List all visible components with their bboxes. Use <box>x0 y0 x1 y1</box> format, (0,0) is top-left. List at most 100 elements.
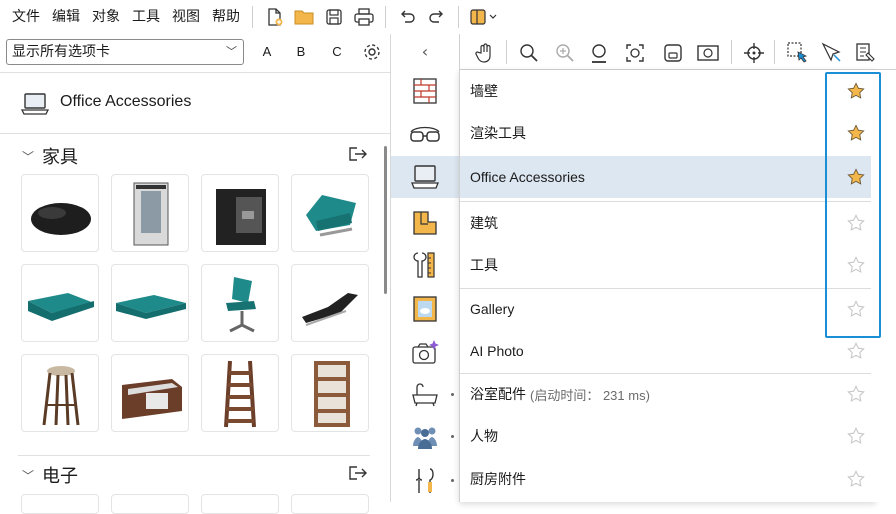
pan-hand-icon[interactable] <box>474 42 496 68</box>
electronics-thumbnail[interactable] <box>291 494 369 514</box>
library-item-people[interactable]: 人物 <box>460 415 871 457</box>
lounge-chair-thumbnail[interactable] <box>291 264 369 342</box>
zoom-fit-icon[interactable] <box>624 42 646 68</box>
library-item-ai-photo[interactable]: AI Photo <box>460 330 871 372</box>
export-icon[interactable] <box>346 144 368 168</box>
menu-file[interactable]: 文件 <box>6 0 46 34</box>
beanbag-thumbnail[interactable] <box>21 174 99 252</box>
tools-icon[interactable] <box>391 244 459 286</box>
library-item-walls[interactable]: 墙壁 <box>460 70 871 112</box>
menu-view[interactable]: 视图 <box>166 0 206 34</box>
toolbar-separator <box>458 6 459 28</box>
library-item-gallery[interactable]: Gallery <box>460 288 871 330</box>
section-divider <box>18 455 370 456</box>
ai-photo-camera-icon[interactable] <box>391 332 459 374</box>
category-select[interactable]: 显示所有选项卡 ﹀ <box>6 39 244 65</box>
layout-dropdown-icon[interactable] <box>465 0 505 34</box>
library-item-office-accessories[interactable]: Office Accessories <box>460 156 871 198</box>
library-item-label: 厨房附件 <box>470 471 526 487</box>
kitchen-utensils-icon[interactable] <box>391 460 459 502</box>
library-header: Office Accessories <box>0 72 390 134</box>
save-icon[interactable] <box>319 0 349 34</box>
undo-icon[interactable] <box>392 0 422 34</box>
category-select-value: 显示所有选项卡 <box>12 44 110 60</box>
library-item-bathroom[interactable]: 浴室配件 (启动时间： 231 ms) <box>460 373 871 415</box>
wall-library-icon[interactable] <box>391 70 459 112</box>
load-time-note: (启动时间： 231 ms) <box>530 387 650 403</box>
filter-c-button[interactable]: C <box>326 39 348 65</box>
new-file-icon[interactable] <box>259 0 289 34</box>
redo-icon[interactable] <box>422 0 452 34</box>
electronics-thumbnail[interactable] <box>201 494 279 514</box>
library-item-label: AI Photo <box>470 343 524 359</box>
library-item-label: 建筑 <box>470 215 498 231</box>
gallery-picture-icon[interactable] <box>391 288 459 330</box>
library-item-label: 浴室配件 <box>470 386 526 402</box>
menu-bar: 文件 编辑 对象 工具 视图 帮助 <box>0 0 896 34</box>
phone-booth-black-thumbnail[interactable] <box>201 174 279 252</box>
menu-tools[interactable]: 工具 <box>126 0 166 34</box>
library-item-architecture[interactable]: 建筑 <box>460 202 871 244</box>
library-item-tools[interactable]: 工具 <box>460 244 871 286</box>
open-folder-icon[interactable] <box>289 0 319 34</box>
zoom-icon[interactable] <box>518 42 540 68</box>
bookshelf-thumbnail[interactable] <box>291 354 369 432</box>
star-empty-icon[interactable] <box>846 415 866 457</box>
laptop-icon <box>20 91 50 121</box>
canvas-toolbar <box>459 34 896 70</box>
library-scrollbar[interactable] <box>384 146 387 294</box>
library-item-label: 人物 <box>470 428 498 444</box>
edit-document-icon[interactable] <box>854 41 878 69</box>
gear-icon[interactable] <box>361 41 383 67</box>
building-plan-icon[interactable] <box>391 202 459 244</box>
bar-stool-thumbnail[interactable] <box>21 354 99 432</box>
laptop-icon[interactable] <box>391 156 459 198</box>
zoom-window-icon[interactable] <box>696 42 720 68</box>
library-title: Office Accessories <box>60 93 192 110</box>
library-item-label: 墙壁 <box>470 83 498 99</box>
section-electronics[interactable]: ﹀ 电子 <box>22 462 78 488</box>
select-arrow-icon[interactable] <box>820 41 844 69</box>
library-item-label: Office Accessories <box>470 169 585 185</box>
filter-a-button[interactable]: A <box>256 39 278 65</box>
library-item-kitchen[interactable]: 厨房附件 <box>460 458 871 500</box>
section-title: 电子 <box>42 466 79 487</box>
snap-target-icon[interactable] <box>742 41 766 69</box>
electronics-thumbnail[interactable] <box>21 494 99 514</box>
people-icon[interactable] <box>391 416 459 458</box>
render-glasses-icon[interactable] <box>391 112 459 154</box>
library-dropdown: 墙壁 渲染工具 Office Accessories 建筑 工具 Gallery… <box>459 70 876 502</box>
zoom-out-icon[interactable] <box>588 42 610 68</box>
teal-armchair-thumbnail[interactable] <box>291 174 369 252</box>
phone-booth-white-thumbnail[interactable] <box>111 174 189 252</box>
teal-long-sofa-thumbnail[interactable] <box>111 264 189 342</box>
bathtub-icon[interactable] <box>391 374 459 416</box>
library-item-render-tools[interactable]: 渲染工具 <box>460 112 871 154</box>
toolbar-separator <box>774 40 775 64</box>
filter-b-button[interactable]: B <box>290 39 312 65</box>
library-item-label: 工具 <box>470 257 498 273</box>
menu-edit[interactable]: 编辑 <box>46 0 86 34</box>
export-icon[interactable] <box>346 463 368 487</box>
star-empty-icon[interactable] <box>846 458 866 500</box>
menu-object[interactable]: 对象 <box>86 0 126 34</box>
teal-sofa-thumbnail[interactable] <box>21 264 99 342</box>
ladder-shelf-thumbnail[interactable] <box>201 354 279 432</box>
select-box-icon[interactable] <box>786 41 810 69</box>
section-furniture[interactable]: ﹀ 家具 <box>22 143 78 169</box>
chevron-down-icon: ﹀ <box>226 45 237 58</box>
reception-desk-thumbnail[interactable] <box>111 354 189 432</box>
office-chair-thumbnail[interactable] <box>201 264 279 342</box>
collapse-panel-button[interactable]: ‹ <box>391 34 459 70</box>
print-icon[interactable] <box>349 0 379 34</box>
star-empty-icon[interactable] <box>846 373 866 415</box>
submenu-dot <box>451 393 454 396</box>
library-item-label: Gallery <box>470 301 515 317</box>
menu-help[interactable]: 帮助 <box>206 0 246 34</box>
toolbar-separator <box>252 6 253 28</box>
toolbar-separator <box>731 40 732 64</box>
electronics-thumbnail[interactable] <box>111 494 189 514</box>
zoom-page-icon[interactable] <box>662 42 684 68</box>
library-panel: 显示所有选项卡 ﹀ A B C Office Accessories ﹀ 家具 <box>0 34 391 514</box>
zoom-in-disabled-icon[interactable] <box>554 42 576 68</box>
